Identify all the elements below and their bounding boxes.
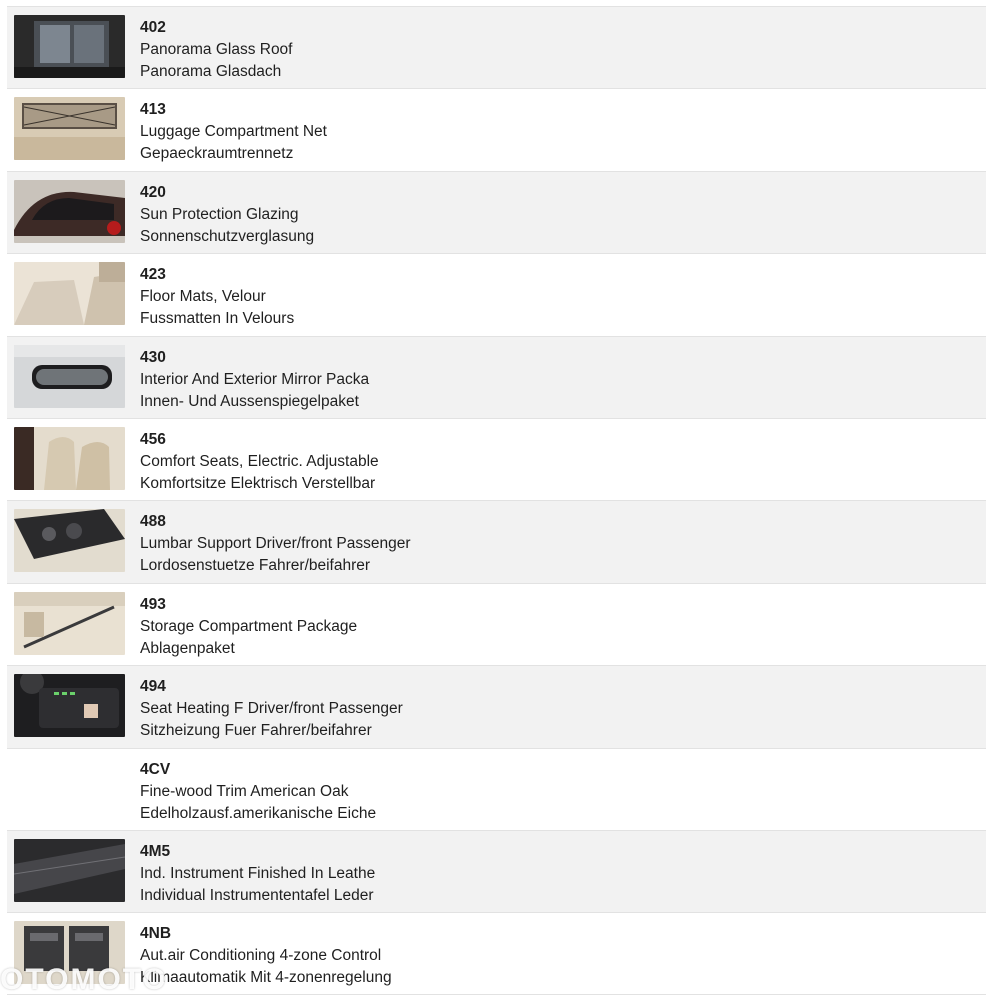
- option-text-block: 493 Storage Compartment Package Ablagenpak…: [140, 594, 357, 660]
- option-row: 494 Seat Heating F Driver/front Passenger…: [7, 665, 986, 748]
- option-name-english: Floor Mats, Velour: [140, 288, 266, 306]
- option-name-german: Klimaautomatik Mit 4-zonenregelung: [140, 969, 392, 987]
- option-name-english: Lumbar Support Driver/front Passenger: [140, 535, 411, 553]
- option-row: 430 Interior And Exterior Mirror Packa Inn…: [7, 335, 986, 418]
- option-row: 488 Lumbar Support Driver/front Passenger…: [7, 500, 986, 583]
- option-code: 402: [140, 19, 166, 36]
- option-code: 4CV: [140, 760, 171, 778]
- option-name-english: Ind. Instrument Finished In Leathe: [140, 864, 376, 882]
- option-code: 413: [140, 101, 166, 119]
- option-row: 456 Comfort Seats, Electric. Adjustable Ko…: [7, 417, 986, 501]
- option-code: 4NB: [140, 925, 172, 943]
- option-name-german: Gepaeckraumtrennetz: [140, 145, 294, 163]
- option-code: 488: [140, 513, 166, 531]
- option-name-german: Fussmatten In Velours: [140, 310, 295, 328]
- option-row: 4CV Fine-wood Trim American Oak Edelholzau…: [7, 747, 986, 830]
- option-name-english: Aut.air Conditioning 4-zone Control: [140, 947, 382, 965]
- option-name-german: Sitzheizung Fuer Fahrer/beifahrer: [140, 722, 372, 740]
- option-name-german: Edelholzausf.amerikanische Eiche: [140, 804, 377, 822]
- option-thumbnail: [14, 591, 125, 655]
- option-text-block: 494 Seat Heating F Driver/front Passenger…: [140, 676, 403, 742]
- option-name-german: Individual Instrumententafel Leder: [140, 886, 374, 904]
- option-row: 413 Luggage Compartment Net Gepaeckraumtre…: [7, 88, 986, 171]
- option-code: 423: [140, 266, 166, 284]
- option-text-block: 4NB Aut.air Conditioning 4-zone Control Kl…: [140, 923, 392, 989]
- option-text-block: 4CV Fine-wood Trim American Oak Edelholzau…: [140, 759, 376, 825]
- option-code: 4M5: [140, 842, 171, 860]
- option-name-english: Comfort Seats, Electric. Adjustable: [140, 452, 379, 470]
- option-name-english: Interior And Exterior Mirror Packa: [140, 370, 370, 388]
- option-code: 494: [140, 678, 166, 696]
- option-name-english: Luggage Compartment Net: [140, 123, 327, 141]
- option-thumbnail: [14, 15, 125, 78]
- option-thumbnail: [14, 344, 125, 408]
- option-name-german: Innen- Und Aussenspiegelpaket: [140, 392, 359, 410]
- option-name-english: Panorama Glass Roof: [140, 41, 293, 58]
- option-row: 402 Panorama Glass Roof Panorama Glasdach: [7, 6, 986, 89]
- option-text-block: 413 Luggage Compartment Net Gepaeckraumtre…: [140, 99, 327, 165]
- option-thumbnail: [14, 674, 125, 738]
- option-thumbnail: [14, 97, 125, 161]
- option-name-english: Fine-wood Trim American Oak: [140, 782, 349, 800]
- watermark-logo: OTOMOTO: [0, 963, 168, 996]
- option-name-english: Seat Heating F Driver/front Passenger: [140, 700, 403, 718]
- option-text-block: 402 Panorama Glass Roof Panorama Glasdach: [140, 17, 293, 83]
- option-code: 430: [140, 348, 166, 366]
- option-text-block: 430 Interior And Exterior Mirror Packa Inn…: [140, 347, 369, 413]
- option-row: 423 Floor Mats, Velour Fussmatten In Velou…: [7, 253, 986, 336]
- option-name-english: Sun Protection Glazing: [140, 205, 299, 223]
- option-code: 456: [140, 430, 166, 448]
- option-thumbnail: [14, 179, 125, 243]
- option-code: 420: [140, 183, 166, 201]
- option-code: 493: [140, 595, 166, 613]
- option-text-block: 456 Comfort Seats, Electric. Adjustable Ko…: [140, 429, 379, 495]
- option-text-block: 4M5 Ind. Instrument Finished In Leathe Ind…: [140, 841, 375, 907]
- option-thumbnail: [14, 426, 125, 490]
- option-text-block: 423 Floor Mats, Velour Fussmatten In Velou…: [140, 264, 294, 330]
- option-text-block: 420 Sun Protection Glazing Sonnenschutzver…: [140, 182, 314, 248]
- option-thumbnail: [14, 838, 125, 902]
- option-name-german: Komfortsitze Elektrisch Verstellbar: [140, 474, 376, 492]
- option-row: 420 Sun Protection Glazing Sonnenschutzver…: [7, 170, 986, 254]
- option-row: 493 Storage Compartment Package Ablagenpak…: [7, 582, 986, 666]
- option-name-german: Ablagenpaket: [140, 639, 235, 657]
- option-row: 4M5 Ind. Instrument Finished In Leathe Ind…: [7, 829, 986, 913]
- equipment-options-list: 402 Panorama Glass Roof Panorama Glasdach 4…: [7, 6, 986, 995]
- option-thumbnail: [14, 509, 125, 573]
- option-name-german: Sonnenschutzverglasung: [140, 227, 315, 245]
- option-name-german: Lordosenstuetze Fahrer/beifahrer: [140, 557, 371, 575]
- option-text-block: 488 Lumbar Support Driver/front Passenger…: [140, 511, 411, 577]
- option-name-english: Storage Compartment Package: [140, 617, 358, 635]
- option-name-german: Panorama Glasdach: [140, 63, 282, 80]
- option-thumbnail: [14, 262, 125, 326]
